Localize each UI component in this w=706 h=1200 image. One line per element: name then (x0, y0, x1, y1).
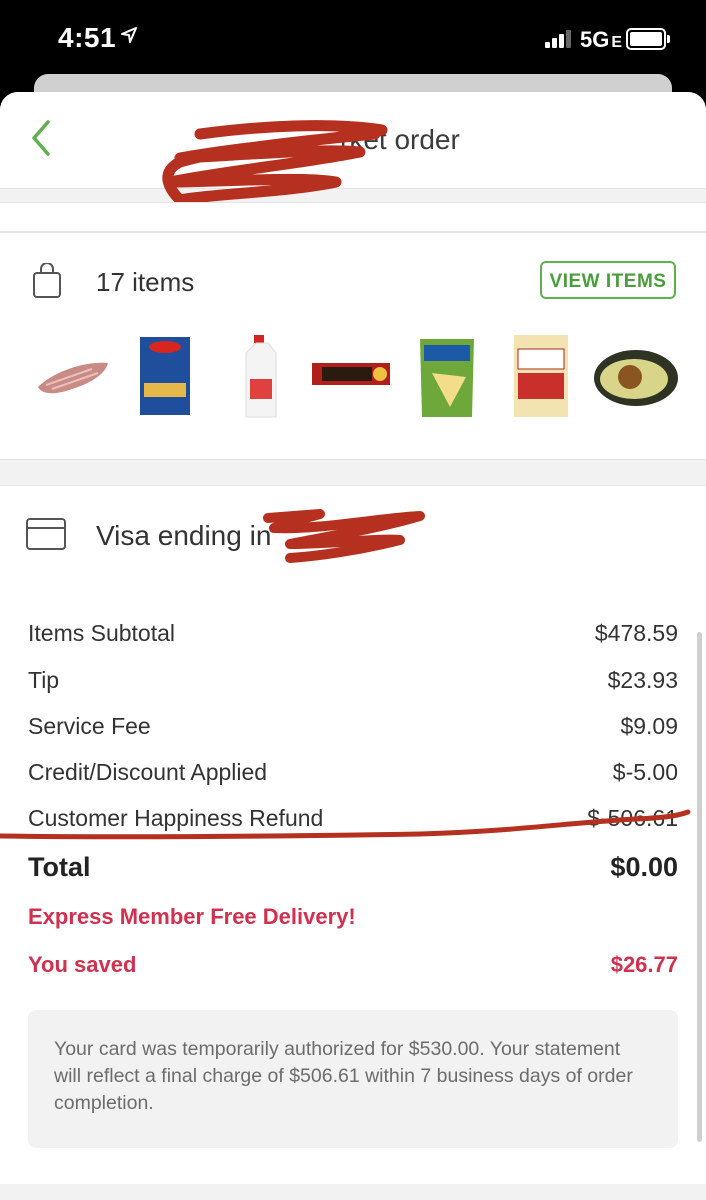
status-bar: 4:51 5G E (0, 0, 706, 78)
location-arrow-icon (121, 27, 137, 43)
redaction-scribble (263, 509, 425, 563)
clock-time: 4:51 (58, 22, 117, 53)
order-summary: Items Subtotal $478.59 Tip $23.93 Servic… (0, 582, 706, 1200)
you-saved-row: You saved $26.77 (28, 952, 678, 978)
avocado-thumbnail[interactable] (592, 333, 682, 421)
panko-box-thumbnail[interactable] (508, 333, 588, 421)
meat-thumbnail[interactable] (32, 333, 112, 421)
total-value: $0.00 (610, 852, 678, 882)
line-value: $-5.00 (612, 759, 678, 785)
section-divider (0, 202, 706, 232)
milk-jug-thumbnail[interactable] (228, 333, 308, 421)
line-label: Items Subtotal (28, 620, 176, 646)
total-label: Total (28, 852, 91, 882)
tostitos-bag-thumbnail[interactable] (410, 333, 490, 421)
express-promo: Express Member Free Delivery! (28, 904, 356, 929)
line-label: Credit/Discount Applied (28, 759, 268, 785)
nav-header: rket order (0, 92, 706, 202)
item-thumbnails (0, 333, 706, 423)
line-value: $23.93 (607, 667, 678, 693)
items-card: 17 items VIEW ITEMS (0, 232, 706, 460)
card-label: Visa ending in (96, 520, 272, 551)
scrollbar[interactable] (697, 632, 702, 1142)
battery-icon (626, 28, 670, 50)
authorization-note: Your card was temporarily authorized for… (28, 1010, 678, 1148)
order-detail-sheet: rket order 17 items VIEW ITEMS Visa endi… (0, 92, 706, 1200)
cheese-bar-thumbnail[interactable] (310, 333, 390, 421)
network-type: 5G E (580, 27, 622, 53)
underline-scribble (0, 809, 691, 840)
line-label: Service Fee (28, 713, 151, 739)
saved-value: $26.77 (610, 952, 678, 977)
redaction-scribble (162, 120, 388, 202)
items-count: 17 items (96, 267, 195, 297)
credit-card-icon (26, 518, 66, 550)
saved-label: You saved (28, 952, 137, 977)
pasta-box-thumbnail[interactable] (128, 333, 208, 421)
back-chevron-icon[interactable] (26, 116, 56, 160)
line-label: Tip (28, 667, 60, 693)
view-items-button[interactable]: VIEW ITEMS (540, 261, 676, 299)
signal-strength-icon (545, 30, 573, 48)
bottom-divider (0, 1184, 706, 1200)
network-label: 5G (580, 27, 610, 52)
shopping-bag-icon (33, 263, 61, 298)
network-suffix: E (611, 34, 623, 51)
line-value: $478.59 (594, 620, 678, 646)
line-value: $9.09 (620, 713, 678, 739)
payment-method-row[interactable]: Visa ending in (0, 485, 706, 583)
